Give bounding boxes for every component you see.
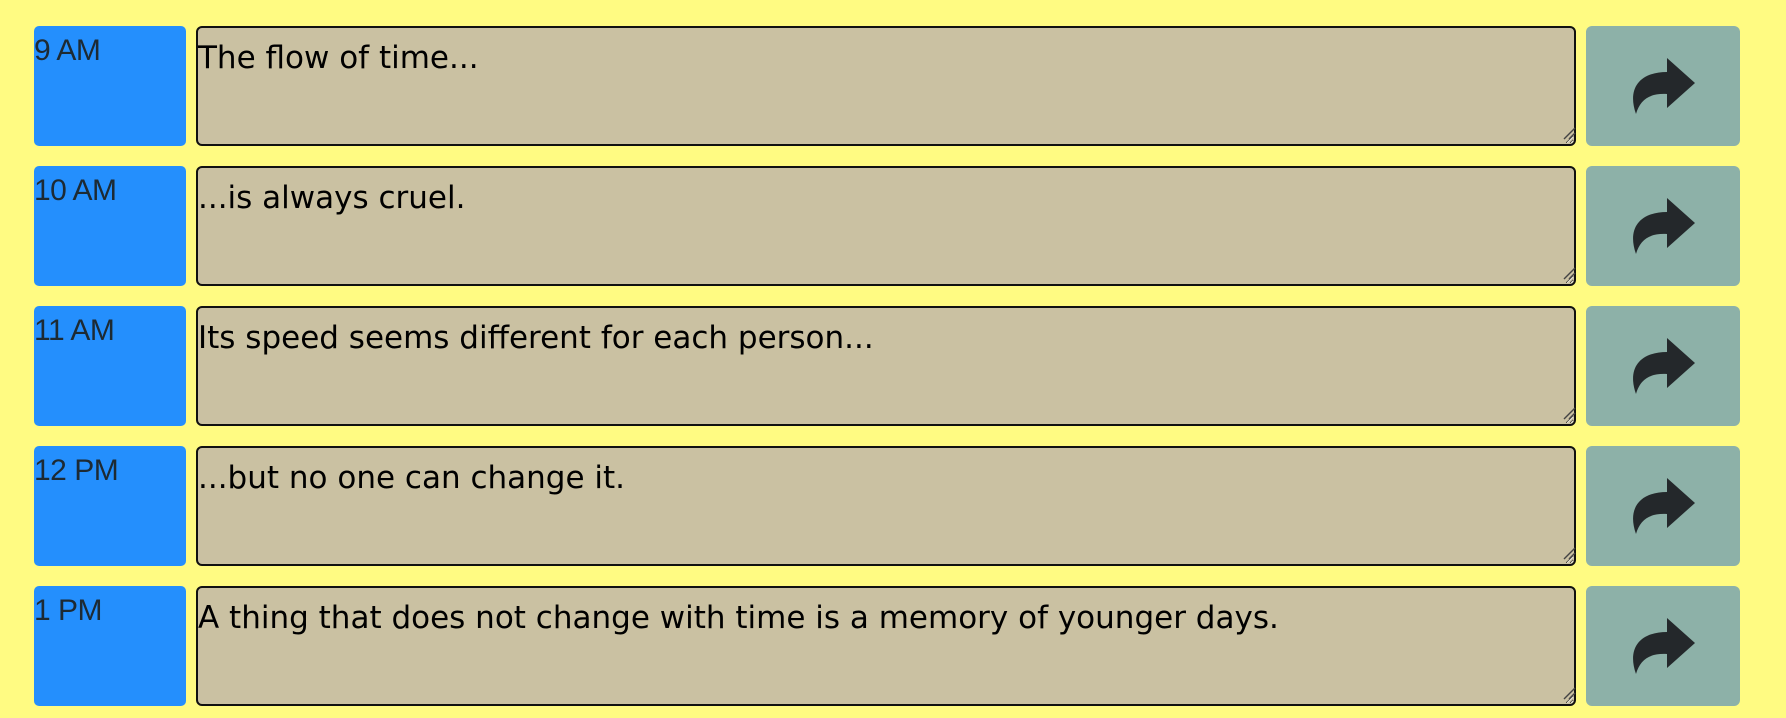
time-block-row: 9 AM The flow of time... — [34, 26, 1740, 146]
time-block-row: 1 PM A thing that does not change with t… — [34, 586, 1740, 706]
note-textarea[interactable]: Its speed seems different for each perso… — [196, 306, 1576, 426]
save-button[interactable] — [1586, 166, 1740, 286]
hour-label: 1 PM — [34, 586, 186, 706]
note-textarea[interactable]: A thing that does not change with time i… — [196, 586, 1576, 706]
share-arrow-icon — [1633, 618, 1695, 674]
time-block-row: 11 AM Its speed seems different for each… — [34, 306, 1740, 426]
save-button[interactable] — [1586, 446, 1740, 566]
save-button[interactable] — [1586, 586, 1740, 706]
share-arrow-icon — [1633, 198, 1695, 254]
time-block-row: 12 PM ...but no one can change it. — [34, 446, 1740, 566]
share-arrow-icon — [1633, 478, 1695, 534]
note-textarea[interactable]: ...is always cruel. — [196, 166, 1576, 286]
time-block-row: 10 AM ...is always cruel. — [34, 166, 1740, 286]
note-textarea[interactable]: The flow of time... — [196, 26, 1576, 146]
share-arrow-icon — [1633, 338, 1695, 394]
note-textarea[interactable]: ...but no one can change it. — [196, 446, 1576, 566]
hour-label: 10 AM — [34, 166, 186, 286]
hour-label: 12 PM — [34, 446, 186, 566]
save-button[interactable] — [1586, 306, 1740, 426]
share-arrow-icon — [1633, 58, 1695, 114]
hour-label: 9 AM — [34, 26, 186, 146]
save-button[interactable] — [1586, 26, 1740, 146]
hourly-schedule: 9 AM The flow of time... 10 AM ...is alw… — [0, 0, 1786, 718]
hour-label: 11 AM — [34, 306, 186, 426]
